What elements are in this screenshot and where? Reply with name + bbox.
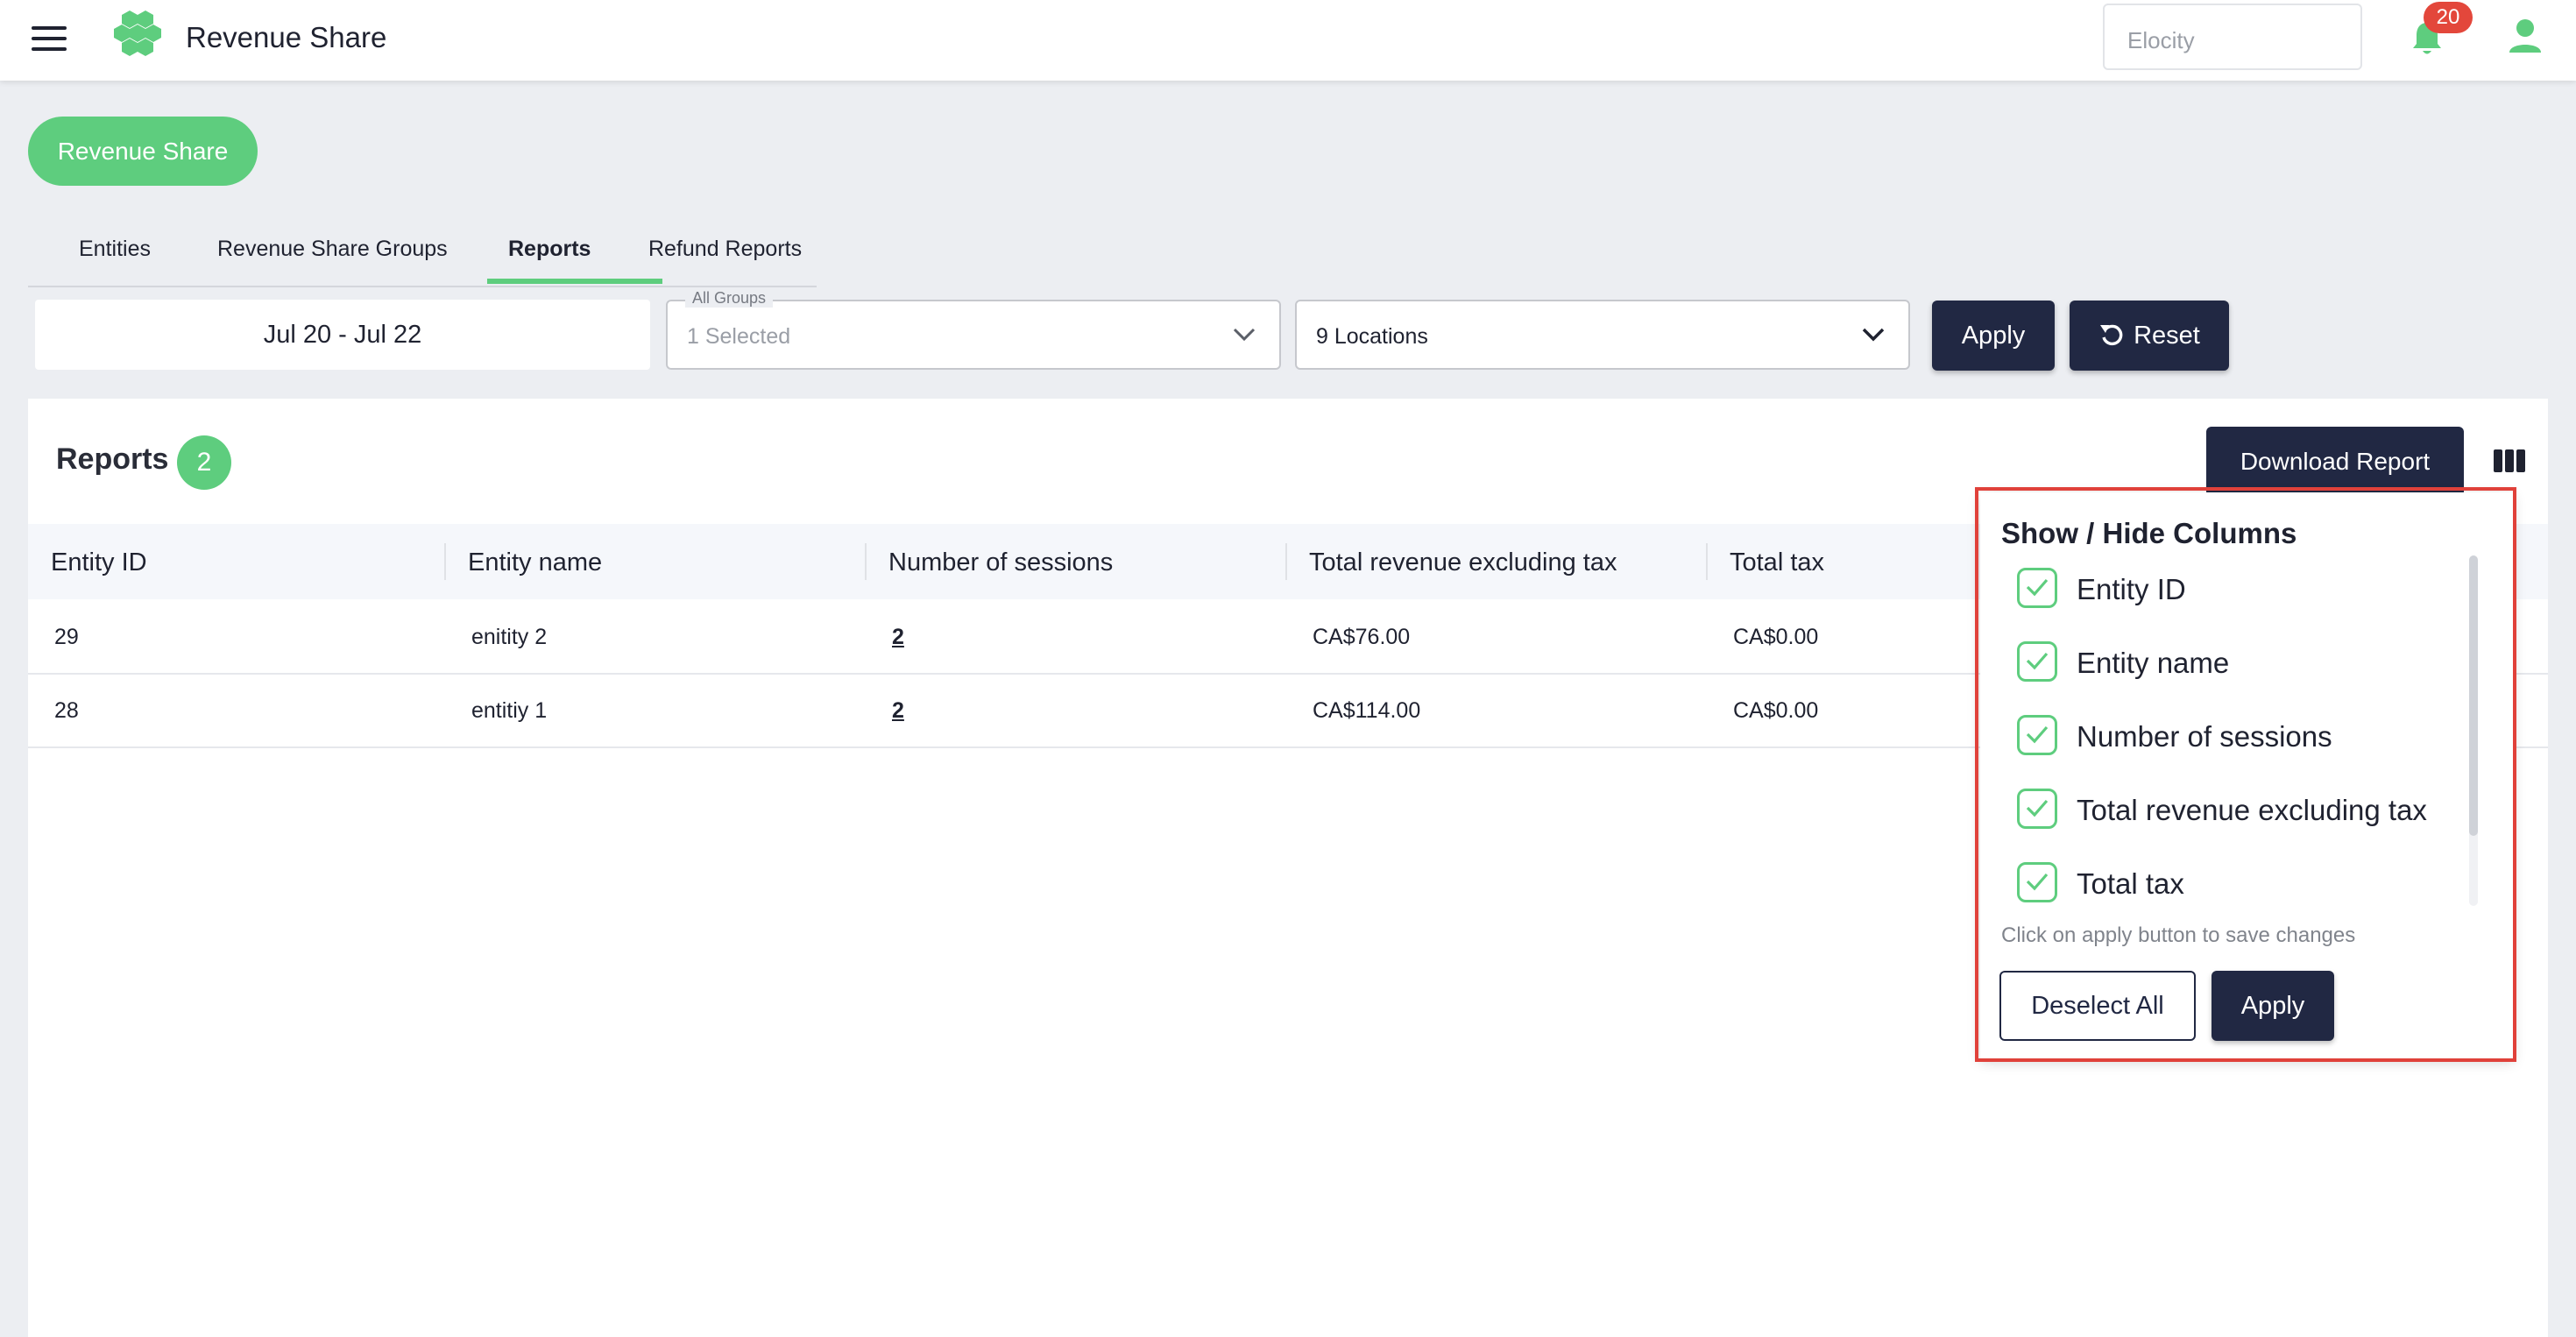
checkmark-icon	[2026, 873, 2049, 891]
cell-entity-name: enitity 2	[471, 625, 548, 649]
scrollbar-thumb[interactable]	[2469, 555, 2478, 836]
apply-columns-button[interactable]: Apply	[2212, 971, 2334, 1041]
checkmark-icon	[2026, 578, 2049, 597]
column-option-label: Entity name	[2077, 647, 2230, 679]
column-option-label: Total tax	[2077, 867, 2184, 900]
report-tabs: Entities Revenue Share Groups Reports Re…	[28, 214, 817, 287]
locations-select-value: 9 Locations	[1316, 324, 1428, 349]
column-visibility-popover: Show / Hide Columns Entity ID Entity nam…	[1980, 492, 2513, 1058]
user-account-icon[interactable]	[2508, 18, 2543, 54]
column-divider	[1285, 543, 1287, 580]
reports-title: Reports	[56, 442, 169, 476]
app-title: Revenue Share	[186, 21, 387, 53]
popover-title: Show / Hide Columns	[2001, 517, 2297, 549]
tab-revenue-share-groups[interactable]: Revenue Share Groups	[217, 237, 448, 262]
column-settings-icon[interactable]	[2494, 449, 2525, 472]
column-header-revenue[interactable]: Total revenue excluding tax	[1309, 548, 1617, 577]
sessions-link[interactable]: 2	[892, 625, 904, 650]
deselect-all-button[interactable]: Deselect All	[1999, 971, 2196, 1041]
column-header-entity-name[interactable]: Entity name	[468, 548, 602, 577]
sessions-link[interactable]: 2	[892, 698, 904, 724]
reset-filters-button[interactable]: Reset	[2070, 301, 2229, 371]
groups-select-label: All Groups	[685, 289, 774, 308]
groups-select[interactable]: All Groups 1 Selected	[666, 289, 1281, 370]
cell-entity-id: 29	[54, 625, 79, 649]
column-option-label: Number of sessions	[2077, 720, 2332, 753]
checkbox[interactable]	[2017, 715, 2057, 755]
notification-count-badge: 20	[2424, 2, 2473, 33]
active-tab-indicator	[487, 279, 662, 284]
chevron-down-icon	[1862, 328, 1885, 342]
chevron-down-icon	[1233, 328, 1256, 342]
column-divider	[865, 543, 867, 580]
checkbox[interactable]	[2017, 641, 2057, 682]
checkmark-icon	[2026, 652, 2049, 670]
download-report-button[interactable]: Download Report	[2206, 427, 2464, 497]
cell-revenue: CA$76.00	[1313, 625, 1411, 649]
cell-total-tax: CA$0.00	[1733, 698, 1819, 723]
checkmark-icon	[2026, 799, 2049, 817]
checkbox[interactable]	[2017, 789, 2057, 829]
column-header-entity-id[interactable]: Entity ID	[51, 548, 147, 577]
date-range-picker[interactable]: Jul 20 - Jul 22	[35, 300, 650, 370]
cell-total-tax: CA$0.00	[1733, 625, 1819, 649]
reset-icon	[2100, 324, 2123, 346]
top-app-bar: Revenue Share Elocity 20	[0, 0, 2576, 81]
column-divider	[444, 543, 446, 580]
tab-entities[interactable]: Entities	[79, 237, 151, 262]
checkbox[interactable]	[2017, 568, 2057, 608]
reports-count-badge: 2	[177, 435, 231, 490]
column-header-sessions[interactable]: Number of sessions	[888, 548, 1113, 577]
groups-select-value: 1 Selected	[687, 324, 791, 349]
page-title-pill: Revenue Share	[28, 117, 258, 186]
checkbox[interactable]	[2017, 862, 2057, 902]
locations-select[interactable]: 9 Locations	[1295, 300, 1910, 370]
hamburger-menu-icon[interactable]	[32, 26, 67, 53]
tab-reports[interactable]: Reports	[508, 237, 591, 262]
column-header-total-tax[interactable]: Total tax	[1730, 548, 1824, 577]
reset-button-label: Reset	[2134, 322, 2200, 350]
apply-hint-text: Click on apply button to save changes	[2001, 923, 2356, 947]
organization-select[interactable]: Elocity	[2103, 4, 2362, 70]
logo-icon	[114, 11, 161, 56]
cell-revenue: CA$114.00	[1313, 698, 1421, 723]
cell-entity-id: 28	[54, 698, 79, 723]
column-option-label: Entity ID	[2077, 573, 2186, 605]
checkmark-icon	[2026, 725, 2049, 744]
tab-refund-reports[interactable]: Refund Reports	[648, 237, 802, 262]
column-divider	[1706, 543, 1708, 580]
cell-entity-name: entitiy 1	[471, 698, 548, 723]
apply-filters-button[interactable]: Apply	[1932, 301, 2055, 371]
column-option-label: Total revenue excluding tax	[2077, 794, 2427, 826]
